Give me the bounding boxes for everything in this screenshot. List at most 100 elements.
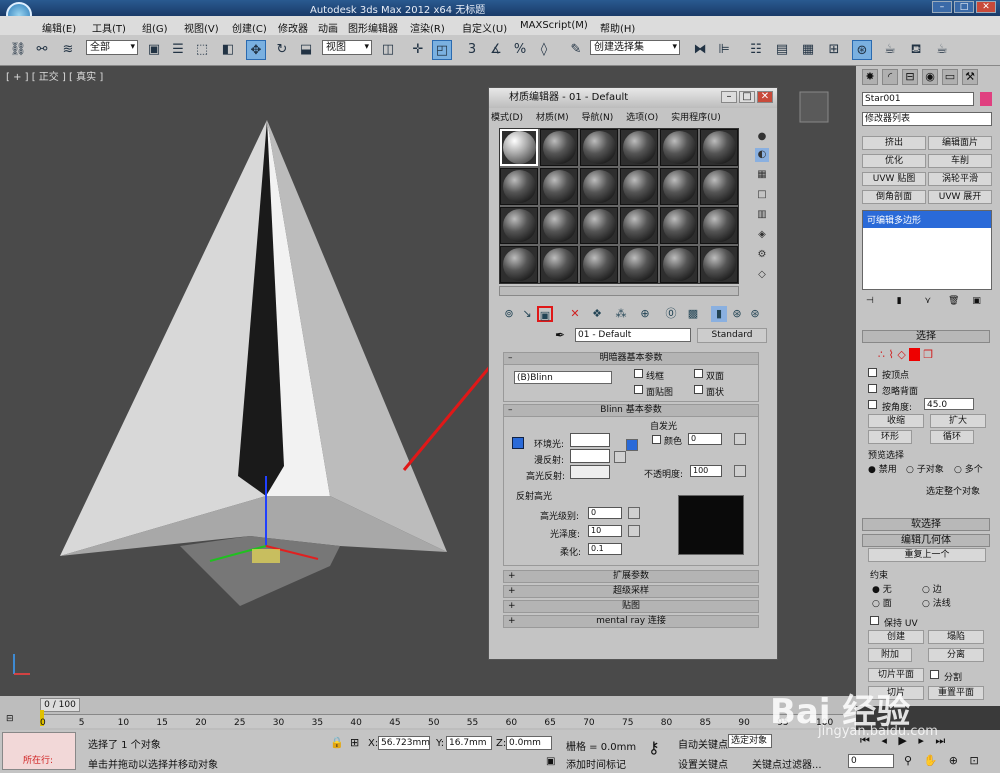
- material-slot[interactable]: [500, 168, 538, 205]
- material-slot[interactable]: [660, 129, 698, 166]
- layer-manager-icon[interactable]: ☷: [746, 40, 766, 60]
- selection-filter-dropdown[interactable]: 全部: [86, 40, 138, 55]
- constraint-none-radio[interactable]: ● 无: [872, 582, 892, 595]
- lock-ambient-diffuse-icon[interactable]: [512, 437, 524, 449]
- menu-views[interactable]: 视图(V): [184, 20, 219, 35]
- specular-color-swatch[interactable]: [570, 465, 610, 479]
- angle-spinner[interactable]: 45.0: [924, 398, 974, 410]
- opacity-map-button[interactable]: [734, 465, 746, 477]
- select-rotate-icon[interactable]: ↻: [272, 40, 292, 60]
- rollout-supersampling[interactable]: + 超级采样: [503, 585, 759, 598]
- render-setup-icon[interactable]: ☕: [880, 40, 900, 60]
- bind-spacewarp-icon[interactable]: ≋: [58, 40, 78, 60]
- close-button[interactable]: ✕: [976, 1, 996, 13]
- show-end-result-icon[interactable]: ▮: [897, 296, 902, 306]
- selection-lock-icon[interactable]: 🔒: [330, 736, 344, 749]
- snaps-toggle-icon[interactable]: 3: [462, 40, 482, 60]
- time-slider-handle[interactable]: 0 / 100: [40, 698, 80, 712]
- get-material-icon[interactable]: ⊚: [501, 306, 517, 322]
- material-slot[interactable]: [620, 129, 658, 166]
- material-slot[interactable]: [700, 207, 738, 244]
- detach-button[interactable]: 分离: [928, 648, 984, 662]
- reference-coord-dropdown[interactable]: 视图: [322, 40, 372, 55]
- material-editor-icon[interactable]: ⊛: [852, 40, 872, 60]
- mated-menu-utilities[interactable]: 实用程序(U): [671, 113, 721, 123]
- mod-lathe-button[interactable]: 车削: [928, 154, 992, 168]
- lock-diffuse-specular-icon[interactable]: [626, 439, 638, 451]
- ignore-backfacing-checkbox[interactable]: [868, 384, 877, 393]
- soften-spinner[interactable]: 0.1: [588, 543, 622, 555]
- preserve-uv-checkbox[interactable]: [870, 616, 879, 625]
- mated-titlebar[interactable]: 材质编辑器 - 01 - Default – □ ✕: [489, 88, 777, 108]
- mated-menu-navigation[interactable]: 导航(N): [582, 113, 614, 123]
- material-slot[interactable]: [700, 129, 738, 166]
- face-map-checkbox[interactable]: [634, 385, 643, 394]
- material-slot[interactable]: [500, 246, 538, 283]
- mini-curve-editor-icon[interactable]: ⊟: [6, 714, 24, 726]
- menu-tools[interactable]: 工具(T): [92, 20, 126, 35]
- key-icon[interactable]: ⚷: [648, 738, 660, 757]
- two-sided-checkbox[interactable]: [694, 369, 703, 378]
- mirror-icon[interactable]: ⧓: [690, 40, 710, 60]
- make-preview-icon[interactable]: ◈: [755, 228, 769, 242]
- menu-edit[interactable]: 编辑(E): [42, 20, 76, 35]
- unlink-icon[interactable]: ⚯: [32, 40, 52, 60]
- assign-material-icon[interactable]: ▣: [537, 306, 553, 322]
- faceted-checkbox[interactable]: [694, 385, 703, 394]
- material-id-icon[interactable]: ⓪: [663, 306, 679, 322]
- selected-set-dropdown[interactable]: 选定对象: [728, 734, 772, 748]
- menu-graph-editors[interactable]: 图形编辑器: [348, 20, 398, 35]
- pin-stack-icon[interactable]: ⊣: [866, 296, 874, 306]
- object-color-swatch[interactable]: [980, 92, 992, 106]
- set-key-button[interactable]: 设置关键点: [678, 756, 728, 771]
- auto-key-button[interactable]: 自动关键点: [678, 736, 728, 751]
- rollout-maps[interactable]: + 贴图: [503, 600, 759, 613]
- shader-type-dropdown[interactable]: (B)Blinn: [514, 371, 612, 384]
- keyboard-shortcut-icon[interactable]: ◰: [432, 40, 452, 60]
- link-icon[interactable]: ⛓: [8, 40, 28, 60]
- wire-checkbox[interactable]: [634, 369, 643, 378]
- material-slot[interactable]: [660, 207, 698, 244]
- mated-maximize-button[interactable]: □: [739, 91, 755, 103]
- time-tag-icon[interactable]: ▣: [546, 756, 555, 767]
- pick-material-icon[interactable]: ✒: [555, 328, 565, 342]
- mated-close-button[interactable]: ✕: [757, 91, 773, 103]
- material-slot[interactable]: [500, 207, 538, 244]
- mod-editpatch-button[interactable]: 编辑面片: [928, 136, 992, 150]
- align-icon[interactable]: ⊫: [714, 40, 734, 60]
- select-move-icon[interactable]: ✥: [246, 40, 266, 60]
- minimize-button[interactable]: –: [932, 1, 952, 13]
- rollout-soft-selection[interactable]: 软选择: [862, 518, 990, 531]
- z-coord-field[interactable]: 0.0mm: [506, 736, 552, 750]
- viewcube-icon[interactable]: [799, 91, 829, 123]
- make-copy-icon[interactable]: ❖: [589, 306, 605, 322]
- material-slot[interactable]: [700, 168, 738, 205]
- menu-customize[interactable]: 自定义(U): [462, 20, 507, 35]
- rollout-selection[interactable]: 选择: [862, 330, 990, 343]
- material-slot[interactable]: [500, 129, 538, 166]
- material-slot[interactable]: [620, 168, 658, 205]
- slice-plane-button[interactable]: 切片平面: [868, 668, 924, 682]
- material-slot[interactable]: [540, 246, 578, 283]
- glossiness-map-button[interactable]: [628, 525, 640, 537]
- diffuse-color-swatch[interactable]: [570, 449, 610, 463]
- rollout-mental-ray[interactable]: + mental ray 连接: [503, 615, 759, 628]
- mated-menu-mode[interactable]: 模式(D): [491, 113, 523, 123]
- material-slot[interactable]: [620, 246, 658, 283]
- show-map-icon[interactable]: ▩: [685, 306, 701, 322]
- diffuse-map-button[interactable]: [614, 451, 626, 463]
- render-production-icon[interactable]: ☕: [932, 40, 952, 60]
- rollout-edit-geometry[interactable]: 编辑几何体: [862, 534, 990, 547]
- show-end-result-mat-icon[interactable]: ▮: [711, 306, 727, 322]
- menu-create[interactable]: 创建(C): [232, 20, 267, 35]
- menu-group[interactable]: 组(G): [142, 20, 168, 35]
- material-name-field[interactable]: 01 - Default: [575, 328, 691, 342]
- select-scale-icon[interactable]: ⬓: [296, 40, 316, 60]
- subobject-level-icons[interactable]: ∴ ⌇ ◇ ■ ❒: [878, 348, 933, 361]
- viewport-nav-controls[interactable]: ⚲ ✋ ⊕ ⊡: [904, 754, 983, 767]
- graphite-toggle-icon[interactable]: ▤: [772, 40, 792, 60]
- preview-subobject-radio[interactable]: ○ 子对象: [906, 462, 944, 475]
- mated-options-icon[interactable]: ⚙: [755, 248, 769, 262]
- spec-level-map-button[interactable]: [628, 507, 640, 519]
- hierarchy-tab-icon[interactable]: ⊟: [902, 69, 918, 85]
